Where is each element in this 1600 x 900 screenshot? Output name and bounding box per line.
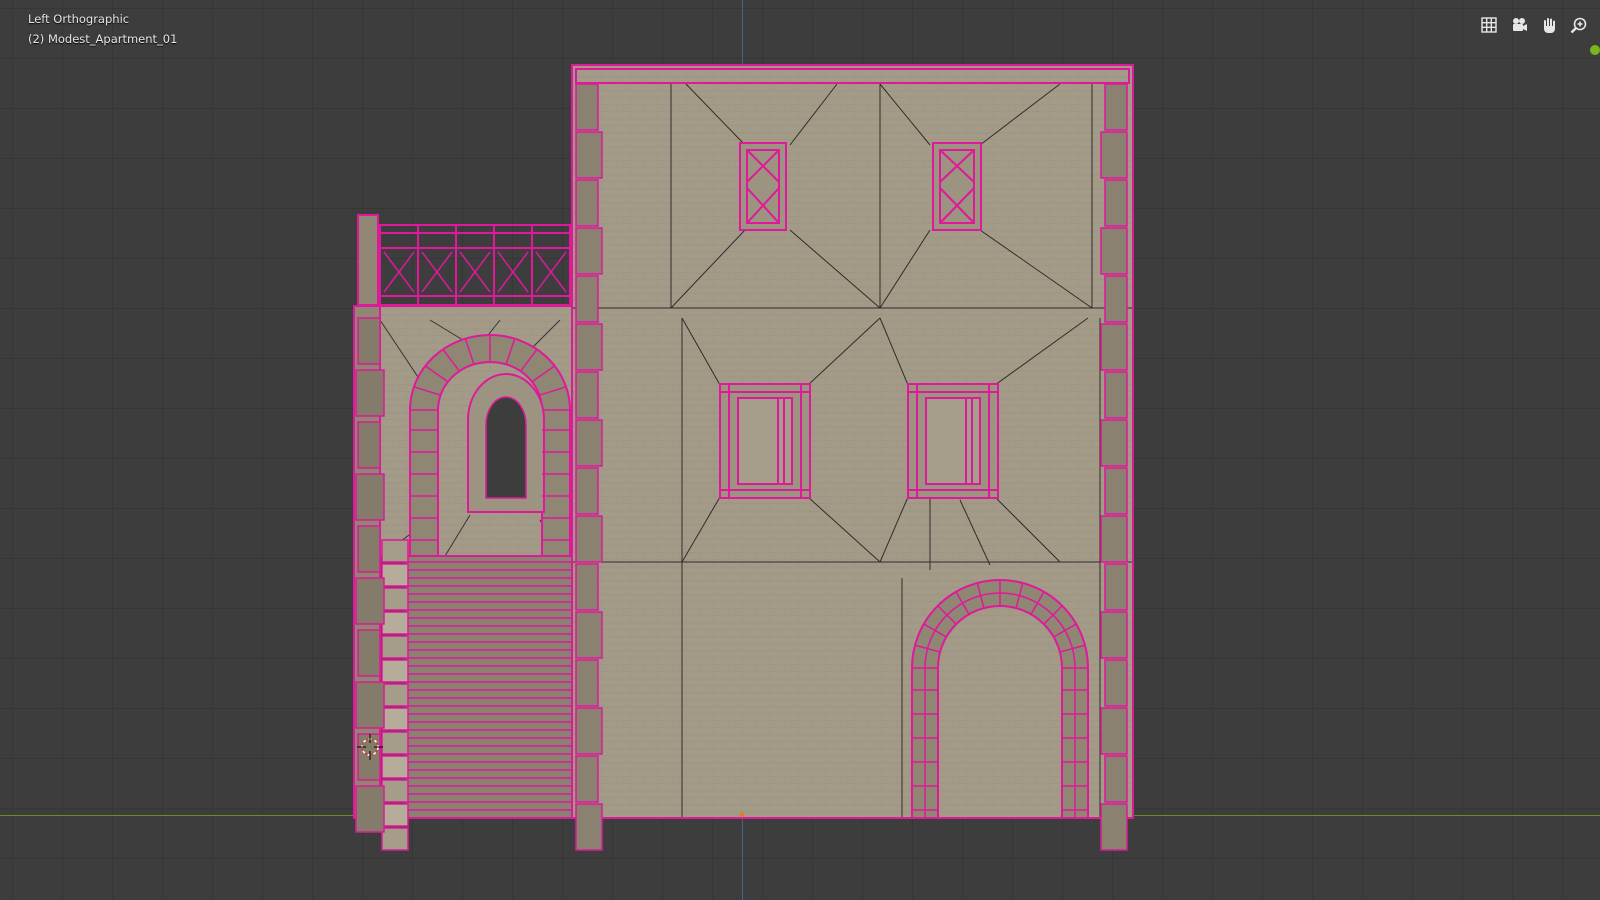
view-name-label: Left Orthographic	[28, 12, 130, 26]
3d-viewport[interactable]: Left Orthographic (2) Modest_Apartment_0…	[0, 0, 1600, 900]
upper-window-left[interactable]	[739, 142, 787, 231]
upper-window-right[interactable]	[932, 142, 982, 231]
grid-toggle-icon[interactable]	[1476, 12, 1502, 38]
balcony-railing[interactable]	[357, 214, 571, 306]
middle-window-left[interactable]	[719, 383, 811, 499]
middle-window-right[interactable]	[907, 383, 999, 499]
object-origin	[739, 812, 745, 818]
pan-hand-icon[interactable]	[1536, 12, 1562, 38]
active-object-label: (2) Modest_Apartment_01	[28, 32, 178, 46]
main-wall[interactable]	[572, 66, 1133, 818]
camera-view-icon[interactable]	[1506, 12, 1532, 38]
navigation-gizmos	[1476, 12, 1592, 38]
annex-left-pillar[interactable]	[353, 305, 385, 833]
status-indicator-dot	[1590, 45, 1600, 55]
staircase[interactable]	[381, 539, 573, 851]
building-model[interactable]	[0, 0, 1600, 900]
zoom-icon[interactable]	[1566, 12, 1592, 38]
